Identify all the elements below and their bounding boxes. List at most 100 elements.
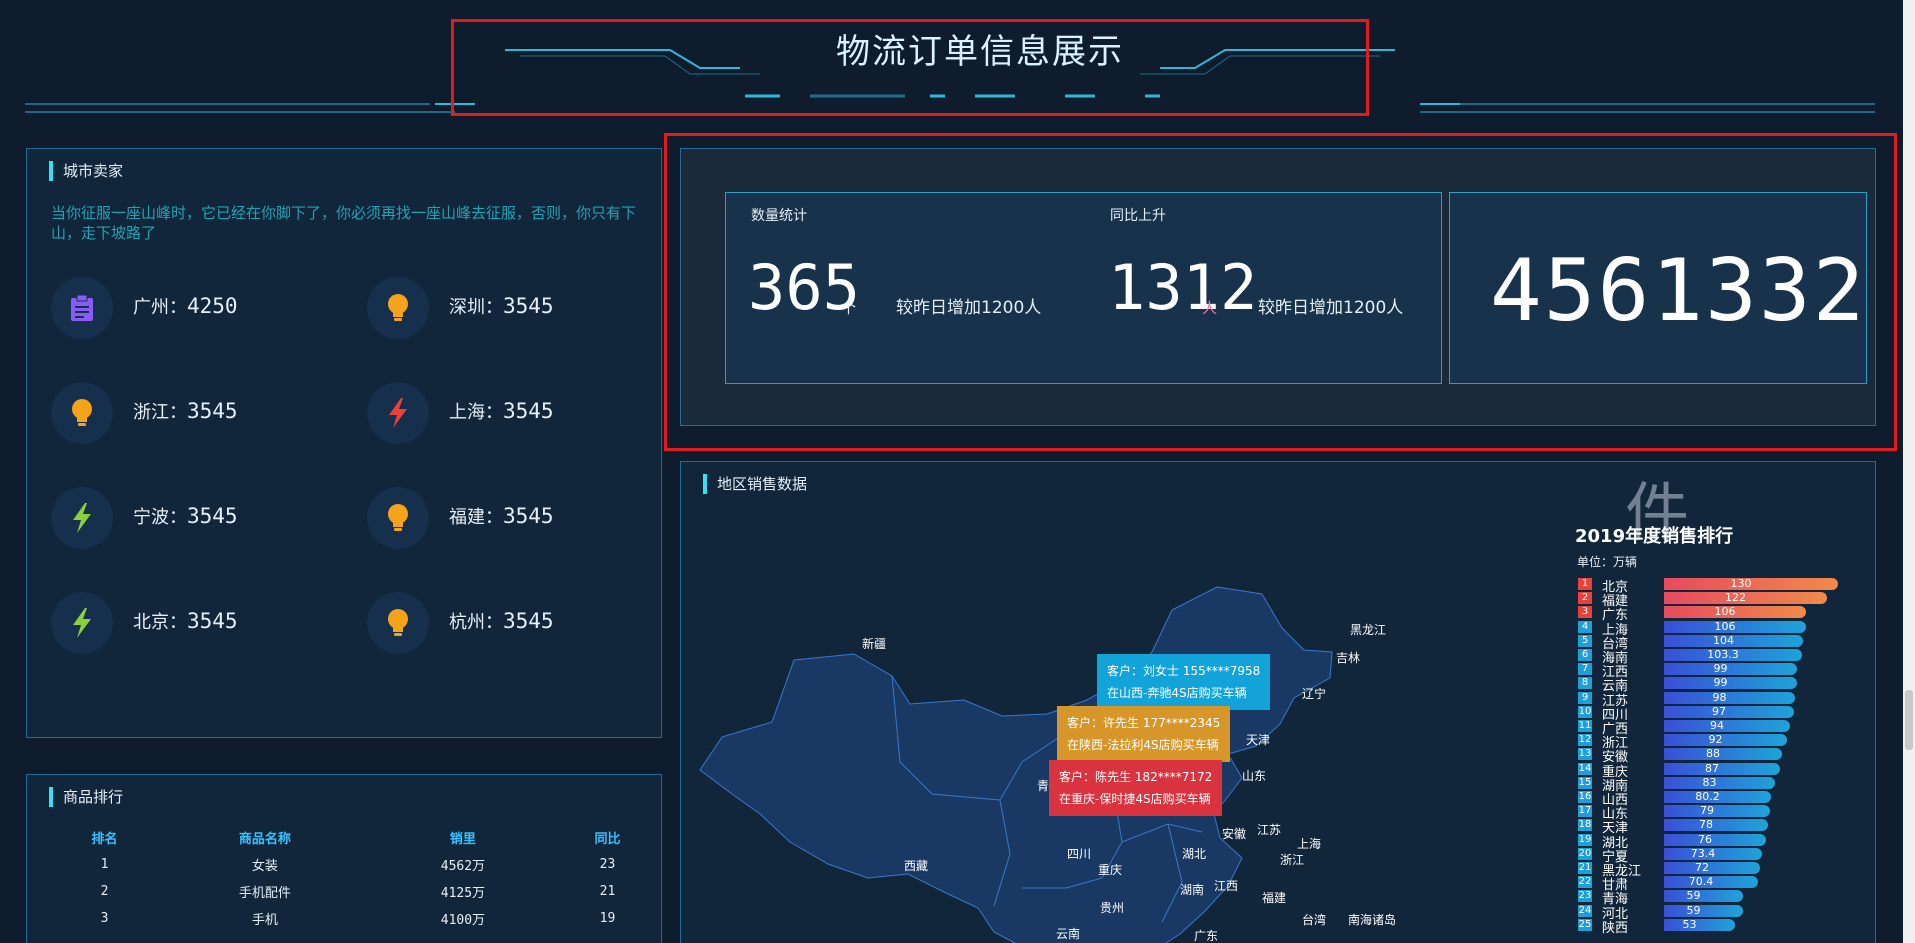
ranking-row: 5 台湾 104 (1578, 633, 1878, 652)
table-cell: 手机配件 (238, 886, 291, 901)
table-body: 1 女装 4562万 23 2 手机配件 4125万 21 3 手机 4100万 19 (51, 851, 661, 932)
ranking-row: 24 河北 59 (1578, 904, 1878, 922)
rank-badge: 6 (1578, 649, 1592, 661)
city-label: 深圳：3545 (449, 293, 554, 319)
rank-value: 53 (1682, 917, 1697, 931)
rank-badge: 4 (1578, 620, 1592, 633)
province-label: 安徽 (1222, 826, 1246, 841)
rank-value: 104 (1713, 633, 1734, 647)
province-label: 吉林 (1336, 651, 1360, 665)
city-name: 宁波： (133, 507, 187, 528)
rank-value: 72 (1695, 861, 1709, 874)
ranking-row: 16 山西 80.2 (1578, 790, 1878, 808)
table-cell: 女装 (251, 859, 278, 874)
rank-value: 88 (1706, 747, 1720, 761)
product-ranking-table: 排名 商品名称 销里 同比 1 女装 4562万 23 2 手机配件 4125万 21 3 手机 4100… (51, 823, 661, 932)
rank-badge: 11 (1578, 720, 1592, 732)
column-header: 销里 (449, 831, 476, 847)
province-label: 湖北 (1182, 846, 1206, 861)
table-cell: 4100万 (440, 913, 486, 928)
rank-badge: 1 (1578, 578, 1592, 590)
tooltip-customer: 客户：刘女士 155****7958 (1107, 664, 1261, 678)
clipboard-icon (51, 277, 113, 339)
column-header: 商品名称 (238, 831, 291, 847)
province-label: 云南 (1056, 926, 1080, 941)
rank-value: 106 (1714, 619, 1736, 633)
city-label: 浙江：3545 (133, 398, 238, 424)
ranking-row: 7 江西 99 (1578, 662, 1878, 680)
rank-value: 122 (1725, 591, 1746, 605)
ranking-row: 14 重庆 87 (1578, 761, 1878, 780)
column-header: 同比 (594, 831, 621, 847)
rank-value: 99 (1713, 676, 1728, 690)
rank-badge: 7 (1578, 663, 1592, 676)
rank-badge: 20 (1578, 847, 1592, 860)
table-header-row: 排名 商品名称 销里 同比 (51, 823, 661, 851)
table-cell: 21 (599, 884, 616, 899)
total-stats-box: 4561332 (1449, 192, 1867, 384)
province-label: 南海诸岛 (1348, 912, 1396, 927)
rank-value: 92 (1708, 733, 1723, 747)
tooltip-customer: 客户：许先生 177****2345 (1067, 716, 1221, 730)
city-name: 浙江： (133, 402, 187, 423)
rank-badge: 15 (1578, 776, 1592, 789)
scrollbar-thumb[interactable] (1905, 690, 1913, 750)
rank-value: 76 (1698, 832, 1712, 846)
ranking-row: 9 江苏 98 (1578, 691, 1878, 709)
province-label: 贵州 (1100, 901, 1124, 915)
city-label: 宁波：3545 (133, 503, 238, 529)
rank-badge: 24 (1578, 904, 1592, 917)
count-unit: 个 (841, 299, 857, 317)
map-tooltip: 客户：刘女士 155****7958 在山西-奔驰4S店购买车辆 (1097, 654, 1271, 710)
ranking-row: 22 甘肃 70.4 (1578, 875, 1878, 893)
city-value: 3545 (503, 609, 554, 633)
rank-value: 73.4 (1690, 846, 1716, 860)
rank-badge: 18 (1578, 819, 1592, 832)
page-scrollbar[interactable] (1903, 0, 1915, 943)
city-value: 4250 (187, 294, 238, 318)
sales-ranking-title: 2019年度销售排行 (1575, 526, 1734, 547)
city-item: 浙江：3545 (51, 382, 351, 452)
city-name: 广州： (133, 297, 187, 318)
province-label: 湖南 (1180, 882, 1204, 897)
ranking-row: 21 黑龙江 72 (1578, 861, 1878, 879)
rank-value: 79 (1700, 804, 1714, 818)
rank-badge: 23 (1578, 890, 1592, 903)
ranking-row: 6 海南 103.3 (1578, 648, 1878, 666)
province-label: 辽宁 (1302, 686, 1326, 701)
rank-badge: 25 (1578, 918, 1592, 931)
rank-value: 83 (1702, 775, 1717, 789)
table-cell: 1 (100, 857, 109, 872)
sales-ranking-unit: 单位：万辆 (1577, 555, 1638, 569)
province-label: 上海 (1297, 836, 1321, 851)
yoy-label: 同比上升 (1110, 208, 1166, 224)
city-item: 宁波：3545 (51, 487, 351, 557)
city-item: 广州：4250 (51, 277, 351, 347)
rank-badge: 8 (1578, 677, 1592, 690)
tooltip-purchase: 在山西-奔驰4S店购买车辆 (1107, 686, 1247, 700)
rank-value: 87 (1705, 761, 1719, 775)
city-value: 3545 (187, 609, 238, 633)
column-header: 排名 (91, 831, 118, 847)
table-cell: 2 (100, 884, 109, 899)
province-label: 浙江 (1280, 853, 1304, 867)
rank-value: 99 (1713, 662, 1728, 676)
product-ranking-panel: 商品排行 排名 商品名称 销里 同比 1 女装 4562万 23 2 手机配件 4125万 21 3 手… (26, 774, 662, 943)
yoy-compare: 较昨日增加1200人 (1258, 298, 1404, 318)
rank-value: 106 (1714, 605, 1736, 619)
rank-value: 130 (1730, 577, 1752, 590)
city-value: 3545 (187, 504, 238, 528)
ranking-row: 8 云南 99 (1578, 676, 1878, 694)
rank-badge: 13 (1578, 748, 1592, 761)
city-panel-title: 城市卖家 (49, 161, 123, 181)
product-panel-title: 商品排行 (49, 787, 123, 807)
province-label: 广东 (1194, 929, 1218, 943)
city-item: 福建：3545 (367, 487, 667, 557)
ranking-row: 23 青海 59 (1578, 889, 1878, 907)
map-tooltip: 客户：陈先生 182****7172 在重庆-保时捷4S店购买车辆 (1049, 760, 1223, 816)
count-compare: 较昨日增加1200人 (896, 298, 1042, 318)
rank-value: 103.3 (1707, 648, 1739, 661)
map-panel-title: 地区销售数据 (703, 474, 807, 494)
city-label: 上海：3545 (449, 398, 554, 424)
city-value: 3545 (503, 504, 554, 528)
